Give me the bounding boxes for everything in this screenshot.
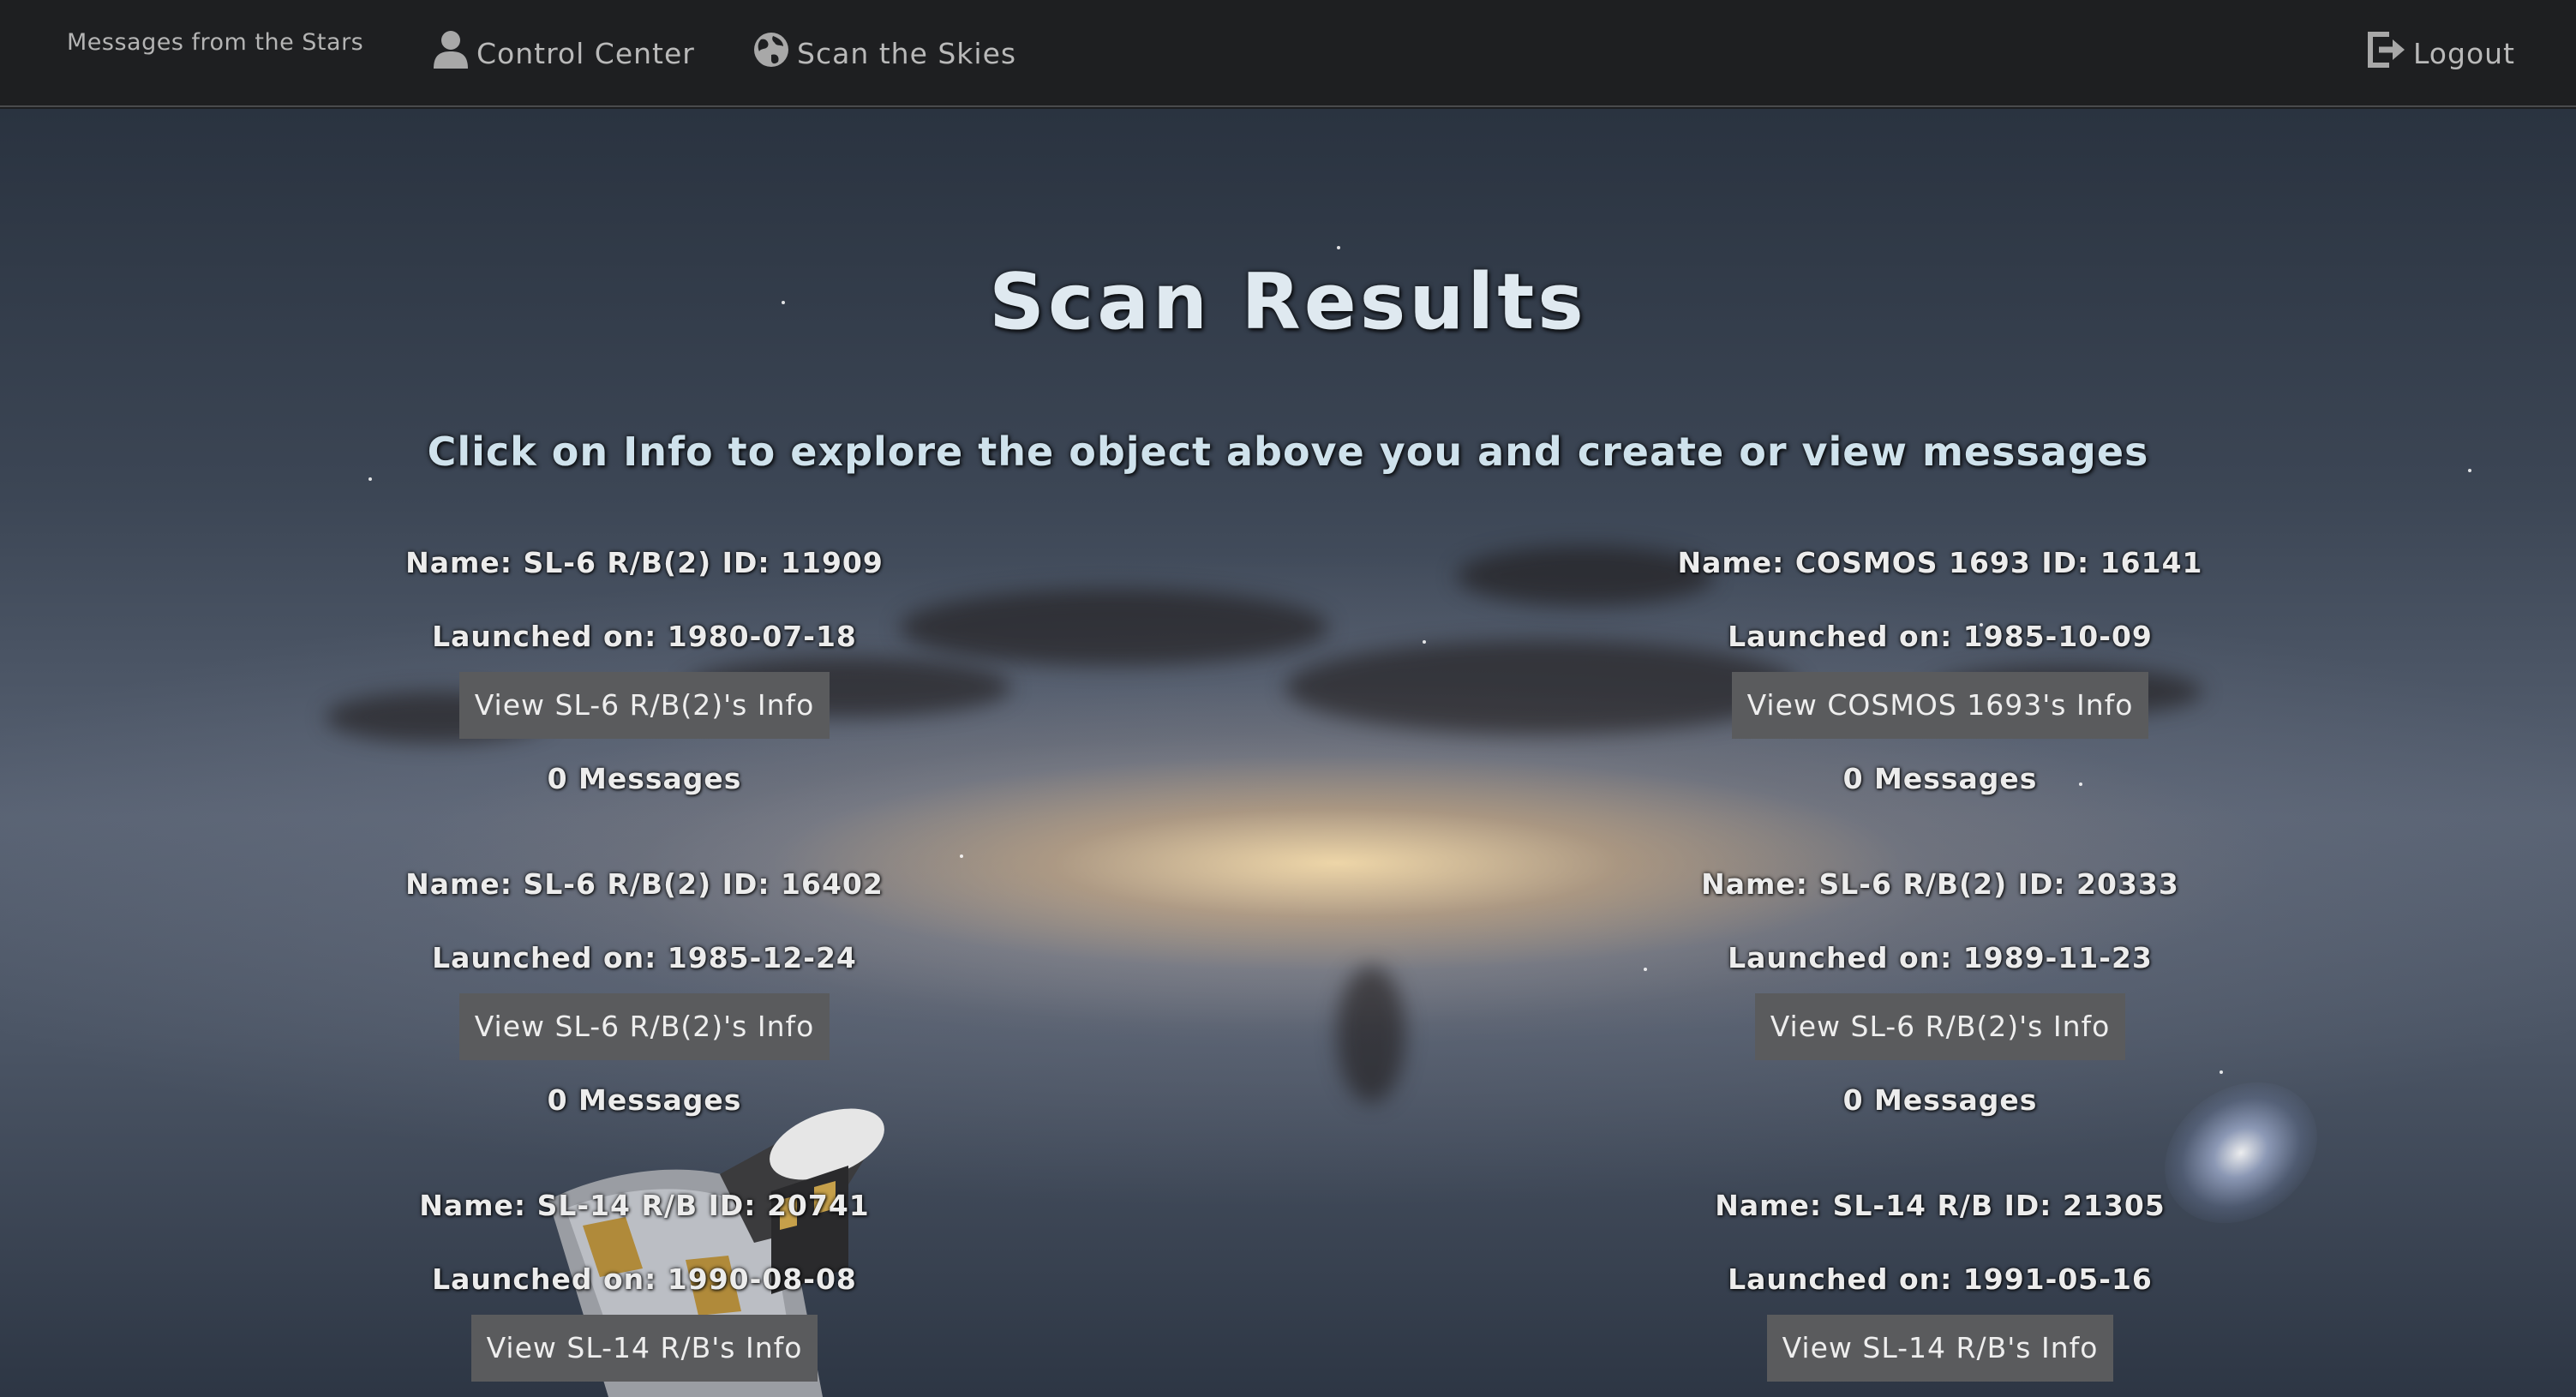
- view-info-button[interactable]: View SL-6 R/B(2)'s Info: [1754, 993, 2126, 1060]
- result-launch-date: Launched on: 1985-12-24: [432, 941, 857, 974]
- result-launch-date: Launched on: 1980-07-18: [432, 620, 857, 653]
- user-icon: [432, 29, 470, 77]
- view-info-button[interactable]: View SL-14 R/B's Info: [470, 1315, 818, 1382]
- result-message-count: 0 Messages: [1842, 762, 2038, 795]
- result-message-count: 0 Messages: [547, 1083, 742, 1117]
- page-title: Scan Results: [989, 257, 1587, 347]
- star: [1423, 640, 1426, 644]
- view-info-button[interactable]: View SL-6 R/B(2)'s Info: [458, 993, 830, 1060]
- logout-icon: [2365, 31, 2406, 75]
- result-launch-date: Launched on: 1985-10-09: [1728, 620, 2153, 653]
- result-name: Name: SL-6 R/B(2) ID: 16402: [405, 867, 884, 901]
- view-info-button[interactable]: View COSMOS 1693's Info: [1731, 672, 2149, 739]
- result-launch-date: Launched on: 1991-05-16: [1728, 1262, 2153, 1296]
- result-name: Name: SL-6 R/B(2) ID: 11909: [405, 546, 884, 579]
- result-launch-date: Launched on: 1990-08-08: [432, 1262, 857, 1296]
- result-launch-date: Launched on: 1989-11-23: [1728, 941, 2153, 974]
- star: [2220, 1070, 2223, 1074]
- nav-scan-the-skies-label: Scan the Skies: [797, 36, 1017, 70]
- dust-lane: [1337, 966, 1405, 1103]
- result-name: Name: SL-14 R/B ID: 21305: [1715, 1189, 2166, 1222]
- top-navbar: Messages from the Stars Control Center S…: [0, 0, 2576, 107]
- star: [960, 854, 963, 858]
- view-info-button[interactable]: View SL-6 R/B(2)'s Info: [458, 672, 830, 739]
- result-name: Name: SL-6 R/B(2) ID: 20333: [1701, 867, 2179, 901]
- nav-control-center[interactable]: Control Center: [432, 26, 695, 81]
- nav-logout[interactable]: Logout: [2365, 26, 2515, 81]
- page-subtitle: Click on Info to explore the object abov…: [427, 429, 2149, 475]
- result-name: Name: COSMOS 1693 ID: 16141: [1677, 546, 2203, 579]
- view-info-button[interactable]: View SL-14 R/B's Info: [1766, 1315, 2114, 1382]
- result-name: Name: SL-14 R/B ID: 20741: [419, 1189, 870, 1222]
- brand-link[interactable]: Messages from the Stars: [67, 29, 363, 56]
- nav-control-center-label: Control Center: [476, 36, 695, 70]
- star: [368, 477, 372, 481]
- result-message-count: 0 Messages: [547, 762, 742, 795]
- nav-scan-the-skies[interactable]: Scan the Skies: [752, 26, 1016, 81]
- star: [1337, 246, 1340, 249]
- globe-icon: [752, 31, 790, 75]
- result-message-count: 0 Messages: [1842, 1083, 2038, 1117]
- nav-logout-label: Logout: [2413, 36, 2515, 70]
